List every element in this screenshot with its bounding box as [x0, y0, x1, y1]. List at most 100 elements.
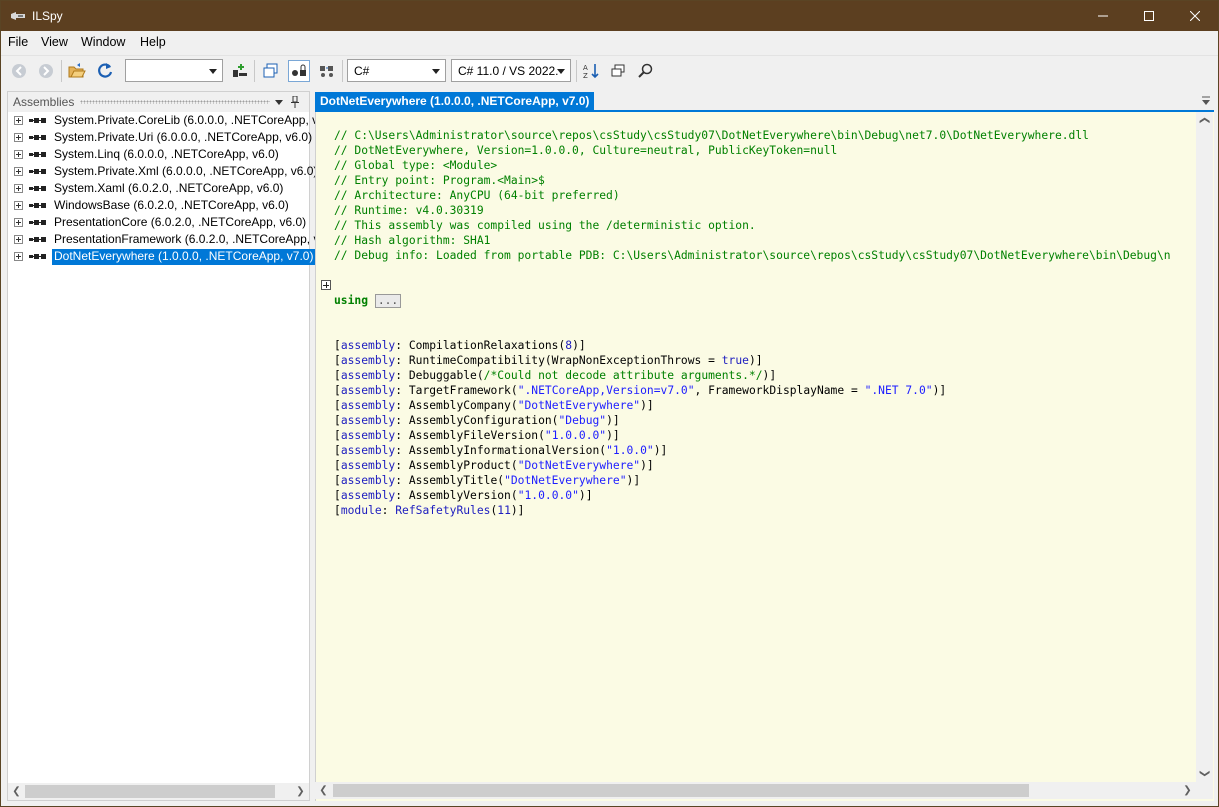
scroll-left-icon[interactable]: ❮ [8, 783, 25, 800]
code-token: )] [606, 429, 620, 442]
ilspy-app-icon [11, 12, 25, 20]
assembly-list-dropdown[interactable] [125, 59, 223, 82]
attribute-name: CompilationRelaxations [408, 339, 559, 352]
header-comment: // Architecture: AnyCPU (64-bit preferre… [334, 189, 620, 202]
header-comment: // This assembly was compiled using the … [334, 219, 756, 232]
back-button[interactable] [8, 60, 30, 82]
code-token: ( [510, 459, 518, 472]
attribute-argument: "1.0.0" [606, 444, 654, 457]
attribute-target: assembly [340, 444, 396, 457]
collapse-all-button[interactable] [260, 60, 282, 82]
code-line: [assembly: Debuggable(/*Could not decode… [334, 369, 777, 382]
scroll-down-icon[interactable]: ❯ [1196, 765, 1213, 782]
assembly-icon [29, 135, 46, 140]
scroll-left-icon[interactable]: ❮ [315, 782, 332, 799]
scrollbar-thumb[interactable] [333, 784, 1029, 797]
open-button[interactable] [66, 60, 88, 82]
assembly-icon [29, 186, 46, 191]
scroll-up-icon[interactable]: ❮ [1196, 112, 1213, 129]
close-button[interactable] [1172, 1, 1218, 31]
header-comment: // Runtime: v4.0.30319 [334, 204, 484, 217]
tab-list-icon[interactable] [1200, 95, 1212, 107]
code-line: // Hash algorithm: SHA1 [334, 233, 1171, 248]
window-title: ILSpy [32, 9, 63, 23]
expand-icon[interactable] [14, 150, 23, 159]
sort-assemblies-button[interactable]: AZ [580, 60, 602, 82]
code-line: // This assembly was compiled using the … [334, 218, 1171, 233]
attribute-target: assembly [340, 399, 396, 412]
expand-icon[interactable] [14, 116, 23, 125]
expand-icon[interactable] [14, 201, 23, 210]
tree-item[interactable]: PresentationCore (6.0.2.0, .NETCoreApp, … [8, 214, 309, 231]
search-button[interactable] [635, 60, 657, 82]
header-comment: // DotNetEverywhere, Version=1.0.0.0, Cu… [334, 144, 838, 157]
toolbar-separator [342, 60, 343, 82]
decompiled-code-view[interactable]: // C:\Users\Administrator\source\repos\c… [315, 112, 1214, 801]
tree-item[interactable]: System.Xaml (6.0.2.0, .NETCoreApp, v6.0) [8, 180, 309, 197]
attribute-name: AssemblyVersion [408, 489, 511, 502]
using-keyword: using [334, 294, 369, 307]
language-version-dropdown[interactable]: C# 11.0 / VS 2022. [451, 59, 571, 82]
windows-icon [611, 64, 625, 77]
tree-item[interactable]: System.Private.CoreLib (6.0.0.0, .NETCor… [8, 112, 325, 129]
back-arrow-icon [12, 64, 26, 78]
assemblies-pane-header: Assemblies [8, 92, 309, 112]
manage-assembly-lists-button[interactable] [229, 60, 251, 82]
code-line: // DotNetEverywhere, Version=1.0.0.0, Cu… [334, 143, 1171, 158]
menu-view[interactable]: View [41, 35, 68, 49]
attribute-name: RefSafetyRules [395, 504, 491, 517]
minimize-button[interactable] [1080, 1, 1126, 31]
expand-icon[interactable] [14, 167, 23, 176]
attribute-target: assembly [340, 414, 396, 427]
attribute-argument: "DotNetEverywhere" [504, 474, 627, 487]
scroll-right-icon[interactable]: ❯ [292, 783, 309, 800]
menu-file[interactable]: File [8, 35, 28, 49]
assembly-icon [29, 169, 46, 174]
tree-item[interactable]: System.Private.Uri (6.0.0.0, .NETCoreApp… [8, 129, 312, 146]
expand-icon[interactable] [14, 184, 23, 193]
menu-help[interactable]: Help [140, 35, 166, 49]
maximize-button[interactable] [1126, 1, 1172, 31]
assemblies-h-scrollbar[interactable]: ❮ ❯ [8, 783, 309, 800]
new-tab-button[interactable] [607, 60, 629, 82]
expand-using-icon[interactable] [321, 280, 331, 290]
assembly-icon [29, 203, 46, 208]
code-line: // C:\Users\Administrator\source\repos\c… [334, 128, 1171, 143]
scroll-right-icon[interactable]: ❯ [1179, 782, 1196, 799]
tree-item[interactable]: PresentationFramework (6.0.2.0, .NETCore… [8, 231, 319, 248]
tree-item[interactable]: System.Linq (6.0.0.0, .NETCoreApp, v6.0) [8, 146, 309, 163]
expand-icon[interactable] [14, 133, 23, 142]
scrollbar-thumb[interactable] [25, 785, 275, 798]
show-all-members-button[interactable] [316, 60, 338, 82]
language-dropdown[interactable]: C# [347, 59, 446, 82]
code-h-scrollbar[interactable]: ❮ ❯ [315, 782, 1196, 799]
tree-item-label: PresentationFramework (6.0.2.0, .NETCore… [54, 232, 320, 246]
attribute-name: AssemblyProduct [408, 459, 511, 472]
pane-dropdown-icon[interactable] [275, 98, 283, 106]
code-token: )] [640, 399, 654, 412]
tree-item[interactable]: WindowsBase (6.0.2.0, .NETCoreApp, v6.0) [8, 197, 309, 214]
tree-item[interactable]: DotNetEverywhere (1.0.0.0, .NETCoreApp, … [8, 248, 316, 265]
pane-grip[interactable] [80, 100, 270, 104]
reload-button[interactable] [94, 60, 116, 82]
tree-item[interactable]: System.Private.Xml (6.0.0.0, .NETCoreApp… [8, 163, 317, 180]
show-internal-api-toggle[interactable] [288, 60, 310, 82]
pin-icon[interactable] [291, 96, 299, 108]
assembly-list-icon [233, 64, 247, 77]
assembly-icon [29, 152, 46, 157]
attribute-name: AssemblyTitle [408, 474, 498, 487]
sort-az-icon: AZ [583, 64, 599, 80]
header-comment: // C:\Users\Administrator\source\repos\c… [334, 129, 1089, 142]
code-v-scrollbar[interactable]: ❮ ❯ [1196, 112, 1213, 782]
expand-icon[interactable] [14, 252, 23, 261]
code-line: [assembly: TargetFramework(".NETCoreApp,… [334, 384, 947, 397]
assemblies-pane-title: Assemblies [13, 95, 75, 109]
code-line: // Debug info: Loaded from portable PDB:… [334, 248, 1171, 263]
expand-icon[interactable] [14, 235, 23, 244]
tab-dotneteverywhere[interactable]: DotNetEverywhere (1.0.0.0, .NETCoreApp, … [315, 92, 595, 111]
forward-button[interactable] [35, 60, 57, 82]
expand-icon[interactable] [14, 218, 23, 227]
menu-window[interactable]: Window [81, 35, 125, 49]
